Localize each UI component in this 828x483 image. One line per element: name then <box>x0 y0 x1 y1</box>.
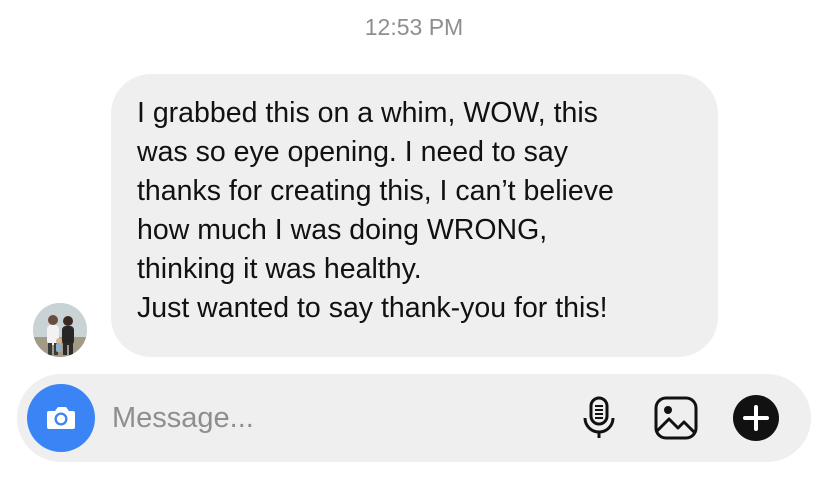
camera-button[interactable] <box>27 384 95 452</box>
message-input[interactable] <box>112 396 552 440</box>
message-timestamp: 12:53 PM <box>364 14 464 40</box>
image-gallery-icon <box>654 396 698 440</box>
direct-message-thread: 12:53 PM I grabbed this on a whim, WOW, … <box>0 0 828 483</box>
plus-icon <box>733 395 779 441</box>
message-text-line: thanks for creating this, I can’t believ… <box>137 175 614 207</box>
gallery-button[interactable] <box>652 394 700 442</box>
message-text-line: was so eye opening. I need to say <box>137 136 568 168</box>
received-message-bubble[interactable]: I grabbed this on a whim, WOW, this was … <box>111 74 718 357</box>
message-text-line: Just wanted to say thank-you for this! <box>137 292 608 324</box>
message-text-line: thinking it was healthy. <box>137 253 422 285</box>
voice-message-button[interactable] <box>575 394 623 442</box>
avatar-photo-icon <box>33 303 87 357</box>
microphone-icon <box>583 396 615 438</box>
message-composer <box>17 374 811 462</box>
message-text-line: I grabbed this on a whim, WOW, this <box>137 97 598 129</box>
more-options-button[interactable] <box>732 394 780 442</box>
sender-avatar[interactable] <box>33 303 87 357</box>
camera-icon <box>47 407 75 429</box>
message-text-line: how much I was doing WRONG, <box>137 214 548 246</box>
